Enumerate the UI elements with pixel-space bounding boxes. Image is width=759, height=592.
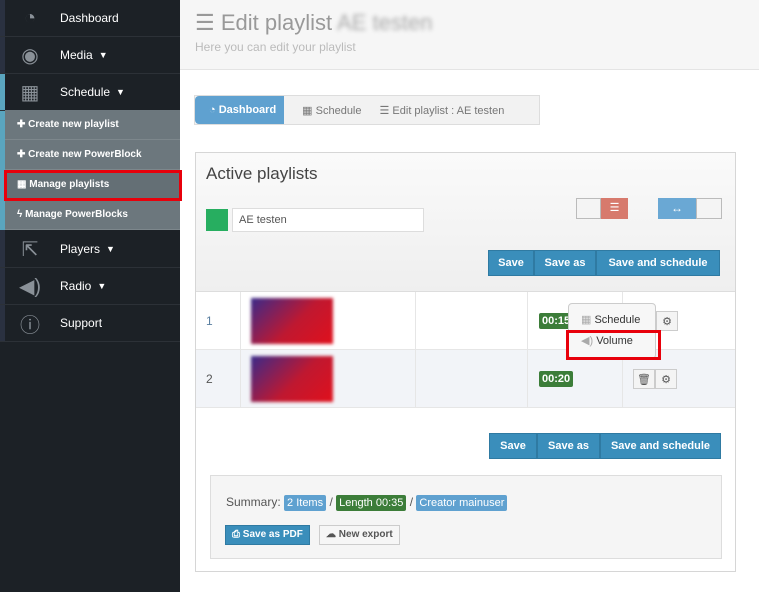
breadcrumb-edit-playlist: ☰ Edit playlist : AE testen	[379, 104, 505, 117]
creator-badge: Creator mainuser	[416, 495, 508, 511]
panel-title: Active playlists	[206, 164, 318, 183]
gear-icon: ⚙	[662, 315, 672, 328]
trash-icon: 🗑	[637, 373, 651, 386]
save-and-schedule-button[interactable]: Save and schedule	[596, 250, 720, 276]
length-badge: Length 00:35	[336, 495, 407, 511]
thumbnail	[251, 356, 333, 402]
cloud-download-icon: ☁	[326, 529, 336, 540]
eye-icon: ◉	[21, 44, 39, 67]
delete-button[interactable]: 🗑	[633, 369, 655, 389]
sidebar-item-support[interactable]: ⓘ Support	[0, 305, 180, 342]
grid-view-toggle[interactable]	[576, 198, 601, 219]
arrows-horizontal-icon: ↔	[671, 201, 683, 215]
highlight-box	[566, 330, 661, 360]
active-playlists-panel: Active playlists ☰ ↔ Save Save as Save a…	[195, 152, 736, 572]
page-subtitle: Here you can edit your playlist	[195, 40, 356, 54]
playlist-name-input[interactable]	[232, 208, 424, 232]
caret-down-icon: ▼	[97, 281, 107, 291]
highlight-box	[4, 170, 182, 201]
list-view-toggle[interactable]: ☰	[601, 198, 628, 219]
sidebar-item-radio[interactable]: ◀) Radio ▼	[0, 268, 180, 305]
external-link-icon: ⇱	[21, 238, 39, 261]
save-button-bottom[interactable]: Save	[489, 433, 537, 459]
row-index: 2	[206, 372, 213, 386]
submenu-manage-powerblocks[interactable]: ϟ Manage PowerBlocks	[5, 200, 180, 230]
save-and-schedule-button-bottom[interactable]: Save and schedule	[600, 433, 721, 459]
caret-down-icon: ▼	[106, 244, 115, 254]
calendar-icon: ▦	[20, 81, 40, 104]
caret-down-icon: ▼	[116, 87, 125, 97]
save-as-button[interactable]: Save as	[534, 250, 596, 276]
save-button[interactable]: Save	[488, 250, 534, 276]
page-title: ☰ Edit playlist AE testen	[195, 10, 433, 35]
thumbnail	[251, 298, 333, 344]
sidebar-item-dashboard[interactable]: ◔ Dashboard	[0, 0, 180, 37]
gear-icon: ⚙	[661, 373, 671, 386]
expand-toggle[interactable]: ↔	[658, 198, 696, 219]
info-icon: ⓘ	[20, 314, 40, 337]
collapse-toggle[interactable]	[696, 198, 722, 219]
calendar-icon: ▦	[581, 314, 592, 326]
sidebar-item-schedule[interactable]: ▦ Schedule ▼	[0, 74, 180, 111]
sidebar-item-media[interactable]: ◉ Media ▼	[0, 37, 180, 74]
row-index: 1	[206, 314, 213, 328]
breadcrumb-dashboard[interactable]: ◔ Dashboard	[195, 96, 285, 124]
summary-line: Summary: 2 Items / Length 00:35 / Creato…	[226, 495, 508, 511]
new-export-button[interactable]: ☁ New export	[319, 525, 400, 545]
settings-button[interactable]: ⚙	[656, 311, 678, 331]
sidebar: ◔ Dashboard ◉ Media ▼ ▦ Schedule ▼ ✚ Create n…	[0, 0, 182, 592]
print-icon: ⎙	[232, 529, 240, 540]
volume-icon: ◀)	[18, 275, 42, 298]
menu-item-schedule[interactable]: ▦ Schedule	[569, 304, 655, 326]
page-header: ☰ Edit playlist AE testen Here you can e…	[180, 0, 759, 70]
caret-down-icon: ▼	[98, 50, 108, 60]
sidebar-item-players[interactable]: ⇱ Players ▼	[0, 231, 180, 268]
duration-badge: 00:20	[539, 371, 574, 387]
breadcrumb-schedule[interactable]: ▦ Schedule	[284, 104, 361, 117]
save-pdf-button[interactable]: ⎙ Save as PDF	[225, 525, 310, 545]
submenu-create-powerblock[interactable]: ✚ Create new PowerBlock	[5, 140, 180, 170]
color-swatch[interactable]	[206, 209, 228, 231]
submenu-create-playlist[interactable]: ✚ Create new playlist	[5, 110, 180, 140]
breadcrumb: ◔ Dashboard ▦ Schedule ☰ Edit playlist :…	[194, 95, 540, 125]
dashboard-icon: ◔	[23, 6, 37, 29]
save-as-button-bottom[interactable]: Save as	[537, 433, 600, 459]
summary-box: Summary: 2 Items / Length 00:35 / Creato…	[210, 475, 722, 559]
settings-button[interactable]: ⚙	[655, 369, 677, 389]
list-icon: ☰	[195, 10, 215, 35]
items-badge: 2 Items	[284, 495, 327, 511]
